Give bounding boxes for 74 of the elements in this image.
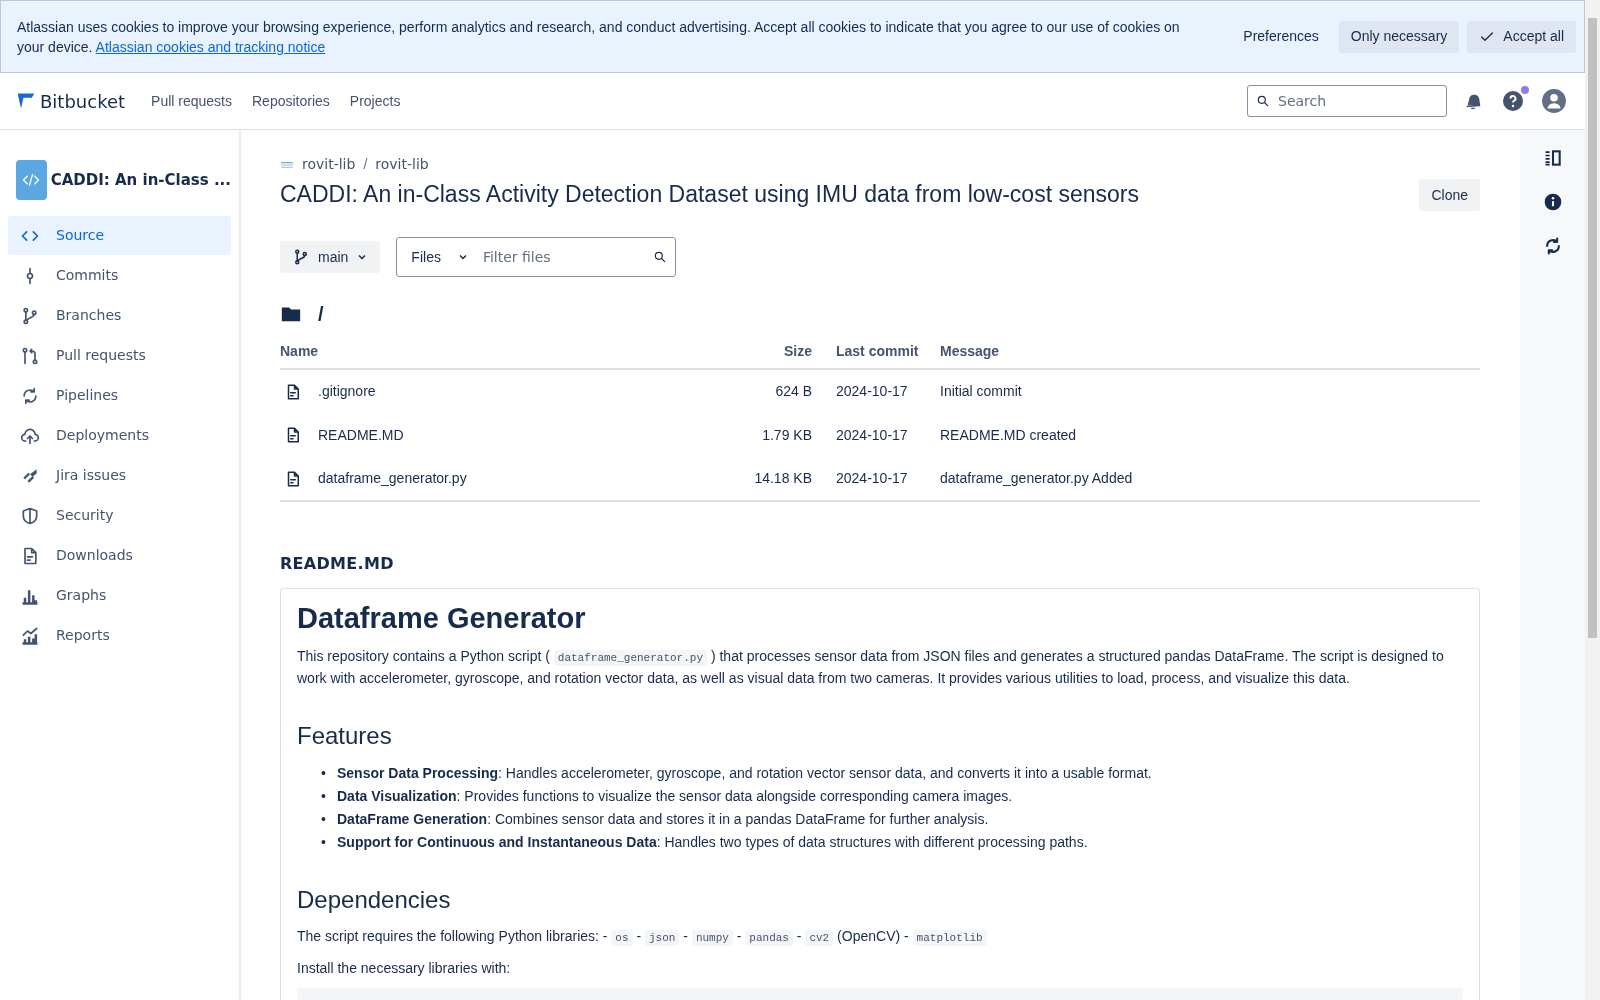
section-heading: Dependencies: [297, 885, 452, 915]
sidebar-item[interactable]: Source: [8, 216, 231, 255]
help-icon[interactable]: [1501, 89, 1525, 113]
sidebar-icon: [20, 305, 40, 326]
breadcrumb-link[interactable]: rovit-lib: [302, 154, 356, 175]
file-link[interactable]: dataframe_generator.py: [318, 468, 467, 489]
cookie-notice-link[interactable]: Atlassian cookies and tracking notice: [95, 38, 326, 55]
nav-link[interactable]: Pull requests: [141, 86, 242, 116]
cookie-button[interactable]: Only necessary: [1338, 20, 1460, 53]
column-header: Name: [280, 343, 319, 359]
commit-message: Initial commit: [940, 383, 1022, 399]
folder-path: /: [318, 302, 324, 327]
file-link[interactable]: README.MD: [318, 424, 404, 446]
sidebar-item[interactable]: Downloads: [8, 536, 231, 575]
product-name[interactable]: Bitbucket: [40, 87, 126, 115]
file-filter-bar[interactable]: Files Filter files: [396, 237, 677, 277]
column-header: Size: [784, 343, 812, 359]
commit-message: dataframe_generator.py Added: [940, 470, 1133, 486]
sidebar-item[interactable]: Pipelines: [8, 376, 231, 415]
readme-paragraph: This repository contains a Python script ( dataframe_generator.py ) that processes sensor data from JSON files and generates a structured pandas DataFrame. The script is designed to work with accelerometer, gyroscope, and rotation vector data, as well as visual data from two cameras. It provides various utilities to load, process, and visualize this data.: [297, 646, 1445, 688]
page-title: CADDI: An in-Class Activity Detection Dataset using IMU data from low-cost sensors: [280, 181, 1139, 209]
column-header: Last commit: [836, 343, 919, 359]
breadcrumb-link[interactable]: rovit-lib: [375, 154, 429, 175]
bullet: •: [321, 786, 327, 806]
sidebar-icon: [20, 505, 40, 526]
feature-item: Support for Continuous and Instantaneous Data: Handles two types of data structures with different processing paths.: [337, 832, 1088, 852]
sidebar-icon: [20, 385, 40, 406]
sidebar-item[interactable]: Security: [8, 496, 231, 535]
bullet: •: [321, 763, 327, 783]
sidebar-item[interactable]: Deployments: [8, 416, 231, 455]
nav-link[interactable]: Projects: [339, 86, 411, 116]
sidebar-item[interactable]: Pull requests: [8, 336, 231, 375]
file-size: 624 B: [775, 383, 812, 399]
sidebar-icon: [20, 625, 40, 646]
file-size: 14.18 KB: [754, 470, 812, 486]
file-link[interactable]: .gitignore: [318, 381, 376, 402]
sidebar-item[interactable]: Commits: [8, 256, 231, 295]
branch-dropdown[interactable]: main: [280, 241, 381, 273]
column-header: Message: [940, 343, 1000, 359]
branch-icon: [292, 248, 310, 266]
sidebar-icon: [20, 345, 40, 366]
file-size: 1.79 KB: [762, 426, 812, 443]
repo-name[interactable]: CADDI: An in-Class ...: [50, 168, 231, 192]
cookie-button[interactable]: Accept all: [1467, 20, 1576, 53]
readme-heading: README.MD: [280, 553, 395, 575]
info-icon[interactable]: [1542, 192, 1563, 212]
search-field[interactable]: Search: [1247, 85, 1447, 117]
feature-item: Data Visualization: Provides functions to visualize the sensor data alongside corresponding camera images.: [337, 786, 1013, 806]
search-icon: [653, 250, 668, 264]
search-icon: [1256, 94, 1270, 108]
sidebar-item[interactable]: Jira issues: [8, 456, 231, 495]
sidebar-item[interactable]: Branches: [8, 296, 231, 335]
bullet: •: [321, 809, 327, 829]
commit-date: 2024-10-17: [836, 383, 908, 399]
readme-paragraph: The script requires the following Python libraries: - os - json - numpy - pandas - cv2 (OpenCV) - matplotlib: [297, 926, 1463, 949]
clone-button[interactable]: Clone: [1419, 179, 1480, 211]
files-dropdown[interactable]: Files: [397, 246, 473, 268]
feature-item: Sensor Data Processing: Handles accelerometer, gyroscope, and rotation vector sensor data, and converts it into a usable format.: [337, 763, 1152, 783]
breadcrumb-separator: /: [363, 155, 368, 174]
commit-date: 2024-10-17: [836, 470, 908, 486]
cookie-notice-text: Atlassian uses cookies to improve your browsing experience, perform analytics and research, and conduct advertising. Accept all cookies to indicate that you agree to our use of cookies on your device. Atlassian cookies and tracking notice: [17, 17, 1181, 57]
scrollbar-thumb[interactable]: [1588, 18, 1597, 638]
readme-paragraph: Install the necessary libraries with:: [297, 959, 512, 979]
commit-date: 2024-10-17: [836, 426, 908, 443]
feature-item: DataFrame Generation: Combines sensor data and stores it in a pandas DataFrame for further analysis.: [337, 809, 989, 829]
section-heading: Features: [297, 721, 393, 751]
cookie-button[interactable]: Preferences: [1231, 20, 1331, 53]
bullet: •: [321, 832, 327, 852]
nav-link[interactable]: Repositories: [242, 86, 340, 116]
commit-message: README.MD created: [940, 426, 1077, 443]
avatar-icon[interactable]: [1541, 88, 1567, 114]
sidebar-item[interactable]: Reports: [8, 616, 231, 655]
readme-title: Dataframe Generator: [297, 601, 587, 636]
sidebar-item[interactable]: Graphs: [8, 576, 231, 615]
